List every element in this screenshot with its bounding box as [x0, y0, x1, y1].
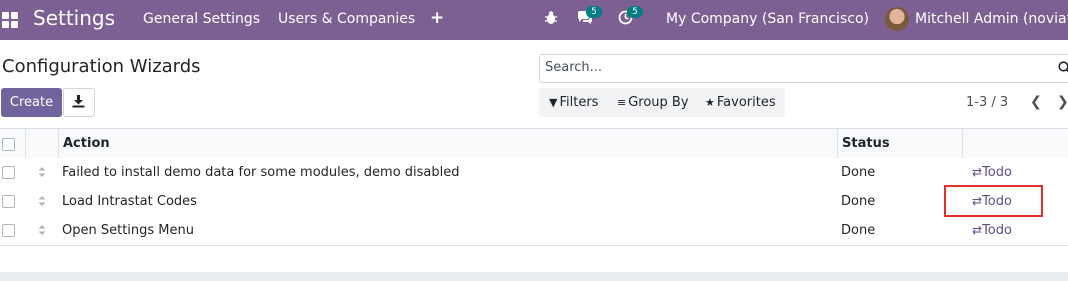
search-icon[interactable]	[1058, 60, 1068, 74]
company-switcher[interactable]: My Company (San Francisco)	[666, 11, 869, 27]
pager-previous-icon[interactable]: ❮	[1030, 94, 1042, 110]
row-checkbox[interactable]	[2, 195, 15, 208]
activities-badge: 5	[627, 6, 643, 18]
column-header-action[interactable]: Action	[63, 136, 110, 151]
drag-handle-icon[interactable]	[37, 224, 47, 236]
apps-menu-icon[interactable]	[2, 12, 18, 28]
todo-button[interactable]: ⇄Todo	[972, 165, 1012, 180]
bars-icon: ≡	[617, 96, 627, 109]
search-bar[interactable]	[539, 54, 1068, 83]
drag-handle-icon[interactable]	[37, 195, 47, 207]
group-by-toggle[interactable]: ≡ Group By	[617, 95, 689, 110]
column-header-status[interactable]: Status	[842, 136, 890, 151]
list-footer	[0, 272, 1068, 281]
menu-users-companies[interactable]: Users & Companies	[278, 11, 415, 27]
todo-button[interactable]: ⇄Todo	[972, 223, 1012, 238]
highlight-box	[944, 185, 1043, 217]
app-title[interactable]: Settings	[33, 6, 115, 30]
messages-icon[interactable]: 5	[577, 6, 602, 28]
filter-icon: ▼	[549, 96, 558, 109]
status-cell: Done	[841, 165, 876, 180]
select-all-checkbox[interactable]	[2, 138, 15, 151]
drag-handle-icon[interactable]	[37, 166, 47, 178]
table-header: Action Status	[0, 128, 1068, 160]
status-cell: Done	[841, 223, 876, 238]
row-checkbox[interactable]	[2, 224, 15, 237]
messages-badge: 5	[586, 6, 602, 18]
bug-icon[interactable]	[544, 10, 562, 28]
table-row[interactable]: Failed to install demo data for some mod…	[0, 158, 1068, 188]
add-menu-icon[interactable]: +	[430, 8, 444, 28]
download-icon	[72, 95, 85, 108]
pager-value[interactable]: 1-3 / 3	[966, 95, 1008, 110]
star-icon: ★	[705, 96, 715, 109]
page-title: Configuration Wizards	[2, 56, 201, 77]
top-navbar: Settings General Settings Users & Compan…	[0, 0, 1068, 40]
pager-next-icon[interactable]: ❯	[1057, 94, 1068, 110]
export-button[interactable]	[63, 88, 95, 117]
status-cell: Done	[841, 194, 876, 209]
exchange-icon: ⇄	[972, 165, 983, 179]
table-row[interactable]: Load Intrastat Codes Done ⇄Todo	[0, 187, 1068, 217]
user-menu[interactable]: Mitchell Admin (noviat15	[915, 11, 1068, 27]
search-input[interactable]	[545, 60, 1045, 75]
exchange-icon: ⇄	[972, 223, 983, 237]
activities-clock-icon[interactable]: 5	[618, 6, 643, 28]
table-row[interactable]: Open Settings Menu Done ⇄Todo	[0, 216, 1068, 246]
create-button[interactable]: Create	[1, 88, 62, 117]
favorites-toggle[interactable]: ★ Favorites	[705, 95, 776, 110]
filters-toggle[interactable]: ▼ Filters	[549, 95, 598, 110]
action-cell: Open Settings Menu	[62, 223, 194, 238]
search-options-bar: ▼ Filters ≡ Group By ★ Favorites	[539, 88, 785, 117]
action-cell: Load Intrastat Codes	[62, 194, 197, 209]
user-avatar[interactable]	[885, 7, 909, 31]
row-checkbox[interactable]	[2, 166, 15, 179]
action-cell: Failed to install demo data for some mod…	[62, 165, 460, 180]
menu-general-settings[interactable]: General Settings	[143, 11, 260, 27]
